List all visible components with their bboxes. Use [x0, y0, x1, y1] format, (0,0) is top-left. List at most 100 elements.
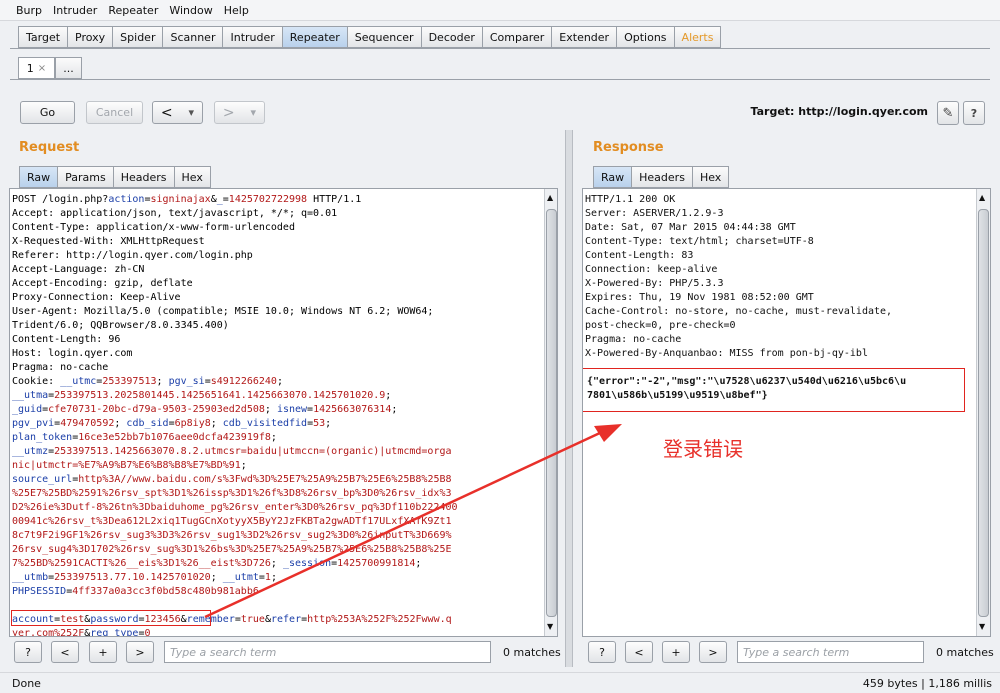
response-search-input[interactable]: Type a search term [737, 641, 924, 663]
response-text[interactable]: HTTP/1.1 200 OK Server: ASERVER/1.2.9-3 Da… [583, 193, 975, 636]
response-search-help-button[interactable]: ? [588, 641, 616, 663]
forward-button[interactable]: > ▾ [214, 101, 265, 124]
param-name: refer [271, 614, 302, 625]
response-line: Server: ASERVER/1.2.9-3 [585, 208, 724, 219]
param-name: cdb_visitedfid [222, 418, 308, 429]
request-line: User-Agent: Mozilla/5.0 (compatible; MSI… [12, 305, 544, 319]
param-value: 00941c%26rsv_t%3Dea612L2xiq1TugGCnXotyyX… [12, 516, 452, 527]
request-search-add-button[interactable]: + [89, 641, 117, 663]
edit-target-button[interactable]: ✎ [937, 101, 959, 125]
response-scrollbar[interactable]: ▲ ▼ [976, 189, 990, 636]
request-tab-params[interactable]: Params [57, 166, 113, 188]
param-name: __utmb [12, 572, 49, 583]
chevron-down-icon[interactable]: ▾ [189, 106, 195, 119]
request-tabs: Raw Params Headers Hex [19, 166, 211, 188]
response-line: Pragma: no-cache [585, 334, 682, 345]
scroll-down-icon[interactable]: ▼ [547, 622, 553, 631]
tab-spider[interactable]: Spider [112, 26, 163, 48]
param-value: http%253A%252F%252Fwww.q [307, 614, 452, 625]
request-text-token: ; [156, 376, 169, 387]
request-line: Content-Type: application/x-www-form-url… [12, 221, 544, 235]
repeater-tab-1[interactable]: 1 × [18, 57, 55, 79]
request-tab-headers[interactable]: Headers [112, 166, 174, 188]
request-line: source_url=http%3A//www.baidu.com/s%3Fwd… [12, 473, 544, 487]
tab-decoder[interactable]: Decoder [420, 26, 482, 48]
response-line: Cache-Control: no-store, no-cache, must-… [585, 306, 893, 317]
response-editor[interactable]: HTTP/1.1 200 OK Server: ASERVER/1.2.9-3 Da… [582, 188, 991, 637]
param-value: 8c7t9F2i9GF1%26rsv_sug3%3D3%26rsv_sug1%3… [12, 530, 452, 541]
response-search-add-button[interactable]: + [662, 641, 690, 663]
tab-proxy[interactable]: Proxy [67, 26, 113, 48]
request-line: Proxy-Connection: Keep-Alive [12, 291, 544, 305]
request-line: _guid=cfe70731-20bc-d79a-9503-25903ed2d5… [12, 403, 544, 417]
request-line: Content-Length: 96 [12, 333, 544, 347]
scroll-down-icon[interactable]: ▼ [979, 622, 985, 631]
request-title: Request [19, 140, 80, 155]
param-name: isnew [276, 404, 308, 415]
scroll-thumb[interactable] [546, 209, 557, 617]
request-tab-raw[interactable]: Raw [19, 166, 58, 188]
param-value: 26rsv_sug4%3D1702%26rsv_sug%3D1%26bs%3D%… [12, 544, 452, 555]
new-tab-button[interactable]: ... [55, 57, 82, 79]
status-bar: Done 459 bytes | 1,186 millis [0, 672, 1000, 693]
response-line: Content-Type: text/html; charset=UTF-8 [585, 236, 814, 247]
response-tab-hex[interactable]: Hex [691, 166, 730, 188]
response-line: post-check=0, pre-check=0 [585, 320, 736, 331]
response-line: Content-Length: 83 [585, 250, 694, 261]
tab-options[interactable]: Options [616, 26, 674, 48]
menu-help[interactable]: Help [224, 4, 249, 17]
request-line: POST /login.php?action=signinajax&_=1425… [12, 193, 544, 207]
response-tab-headers[interactable]: Headers [631, 166, 692, 188]
param-value: 253397513.2025801445.1425651641.14256630… [54, 390, 386, 401]
response-search-prev-button[interactable]: < [625, 641, 653, 663]
menu-burp[interactable]: Burp [16, 4, 42, 17]
close-icon[interactable]: × [38, 63, 46, 74]
response-body[interactable]: {"error":"-2","msg":"\u7528\u6237\u540d\… [585, 375, 906, 403]
cancel-button[interactable]: Cancel [86, 101, 143, 124]
go-button[interactable]: Go [20, 101, 75, 124]
menu-intruder[interactable]: Intruder [53, 4, 97, 17]
tab-target[interactable]: Target [18, 26, 68, 48]
chevron-down-icon[interactable]: ▾ [251, 106, 257, 119]
tab-extender[interactable]: Extender [551, 26, 617, 48]
request-line: D2%26ie%3Dutf-8%26tn%3Dbaiduhome_pg%26rs… [12, 501, 544, 515]
tab-intruder[interactable]: Intruder [222, 26, 282, 48]
param-name: cdb_sid [126, 418, 169, 429]
request-line: 00941c%26rsv_t%3Dea612L2xiq1TugGCnXotyyX… [12, 515, 544, 529]
request-text-token: ; [210, 572, 223, 583]
param-value: 0 [144, 628, 151, 636]
tab-alerts[interactable]: Alerts [673, 26, 722, 48]
param-value: true [240, 614, 265, 625]
menu-window[interactable]: Window [169, 4, 212, 17]
response-tab-raw[interactable]: Raw [593, 166, 632, 188]
back-button[interactable]: < ▾ [152, 101, 203, 124]
pencil-icon: ✎ [942, 105, 954, 121]
annotation-login-error: 登录错误 [663, 437, 743, 461]
request-search-prev-button[interactable]: < [51, 641, 79, 663]
tab-sequencer[interactable]: Sequencer [346, 26, 421, 48]
tab-repeater[interactable]: Repeater [281, 26, 347, 48]
request-text[interactable]: POST /login.php?action=signinajax&_=1425… [10, 193, 544, 636]
menu-repeater[interactable]: Repeater [108, 4, 158, 17]
tab-comparer[interactable]: Comparer [481, 26, 552, 48]
scroll-up-icon[interactable]: ▲ [979, 193, 985, 202]
request-line: Trident/6.0; QQBrowser/8.0.3345.400) [12, 319, 544, 333]
request-search-input[interactable]: Type a search term [164, 641, 491, 663]
response-search-next-button[interactable]: > [699, 641, 727, 663]
split-pane-divider[interactable] [565, 130, 573, 667]
param-value: s4912266240 [210, 376, 277, 387]
request-text-token: Accept: application/json, text/javascrip… [12, 208, 338, 219]
request-search-next-button[interactable]: > [126, 641, 154, 663]
request-editor[interactable]: POST /login.php?action=signinajax&_=1425… [9, 188, 558, 637]
tab-scanner[interactable]: Scanner [162, 26, 223, 48]
request-text-token: Accept-Encoding: gzip, deflate [12, 278, 193, 289]
help-button[interactable]: ? [963, 101, 985, 125]
tabbar-divider [10, 48, 990, 49]
request-tab-hex[interactable]: Hex [173, 166, 211, 188]
request-line: 8c7t9F2i9GF1%26rsv_sug3%3D3%26rsv_sug1%3… [12, 529, 544, 543]
scroll-up-icon[interactable]: ▲ [547, 193, 553, 202]
scroll-thumb[interactable] [978, 209, 989, 617]
request-search-help-button[interactable]: ? [14, 641, 42, 663]
request-text-token: Proxy-Connection: Keep-Alive [12, 292, 181, 303]
request-scrollbar[interactable]: ▲ ▼ [544, 189, 557, 636]
